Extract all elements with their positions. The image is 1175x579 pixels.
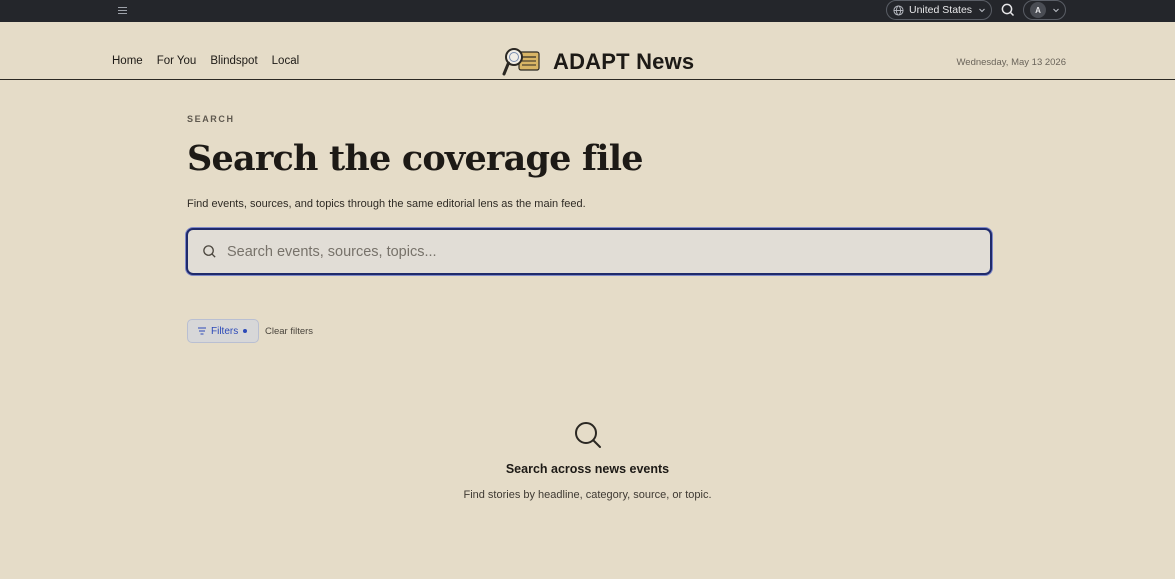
filters-button[interactable]: Filters bbox=[187, 319, 259, 343]
account-menu[interactable]: A bbox=[1023, 0, 1066, 20]
empty-state-title: Search across news events bbox=[505, 462, 670, 476]
nav-item-blindspot[interactable]: Blindspot bbox=[210, 55, 257, 67]
chevron-down-icon bbox=[979, 8, 985, 13]
menu-icon[interactable] bbox=[114, 2, 130, 18]
empty-state-text: Find stories by headline, category, sour… bbox=[463, 489, 712, 501]
chevron-down-icon bbox=[1053, 8, 1059, 13]
brand-link[interactable]: ADAPT News bbox=[502, 46, 694, 78]
magnifier-logo-icon bbox=[502, 48, 540, 76]
filters-label: Filters bbox=[211, 325, 239, 337]
empty-state: Search across news events Find stories b… bbox=[0, 420, 1175, 501]
search-icon bbox=[574, 422, 601, 448]
filters-active-dot bbox=[243, 329, 248, 333]
top-utility-bar: United States A bbox=[0, 0, 1175, 22]
search-box[interactable] bbox=[186, 228, 992, 275]
search-icon bbox=[203, 245, 216, 258]
region-label: United States bbox=[909, 4, 973, 16]
brand-name: ADAPT News bbox=[553, 49, 695, 74]
search-input[interactable] bbox=[227, 236, 990, 267]
section-eyebrow: SEARCH bbox=[187, 114, 235, 124]
page-subtitle: Find events, sources, and topics through… bbox=[187, 198, 586, 210]
filter-icon bbox=[198, 327, 206, 335]
page-title: Search the coverage file bbox=[187, 138, 644, 179]
globe-icon bbox=[893, 4, 904, 16]
dateline: Wednesday, May 13 2026 bbox=[956, 57, 1067, 68]
avatar: A bbox=[1030, 2, 1046, 18]
search-icon[interactable] bbox=[1000, 2, 1016, 18]
masthead: Home For You Blindspot Local ADAPT News … bbox=[0, 22, 1175, 80]
primary-nav: Home For You Blindspot Local bbox=[112, 55, 299, 67]
clear-filters-link[interactable]: Clear filters bbox=[265, 326, 313, 337]
nav-item-for-you[interactable]: For You bbox=[157, 55, 197, 67]
filters-row: Filters Clear filters bbox=[187, 319, 313, 343]
nav-item-home[interactable]: Home bbox=[112, 55, 143, 67]
nav-item-local[interactable]: Local bbox=[272, 55, 300, 67]
region-selector[interactable]: United States bbox=[886, 0, 992, 20]
